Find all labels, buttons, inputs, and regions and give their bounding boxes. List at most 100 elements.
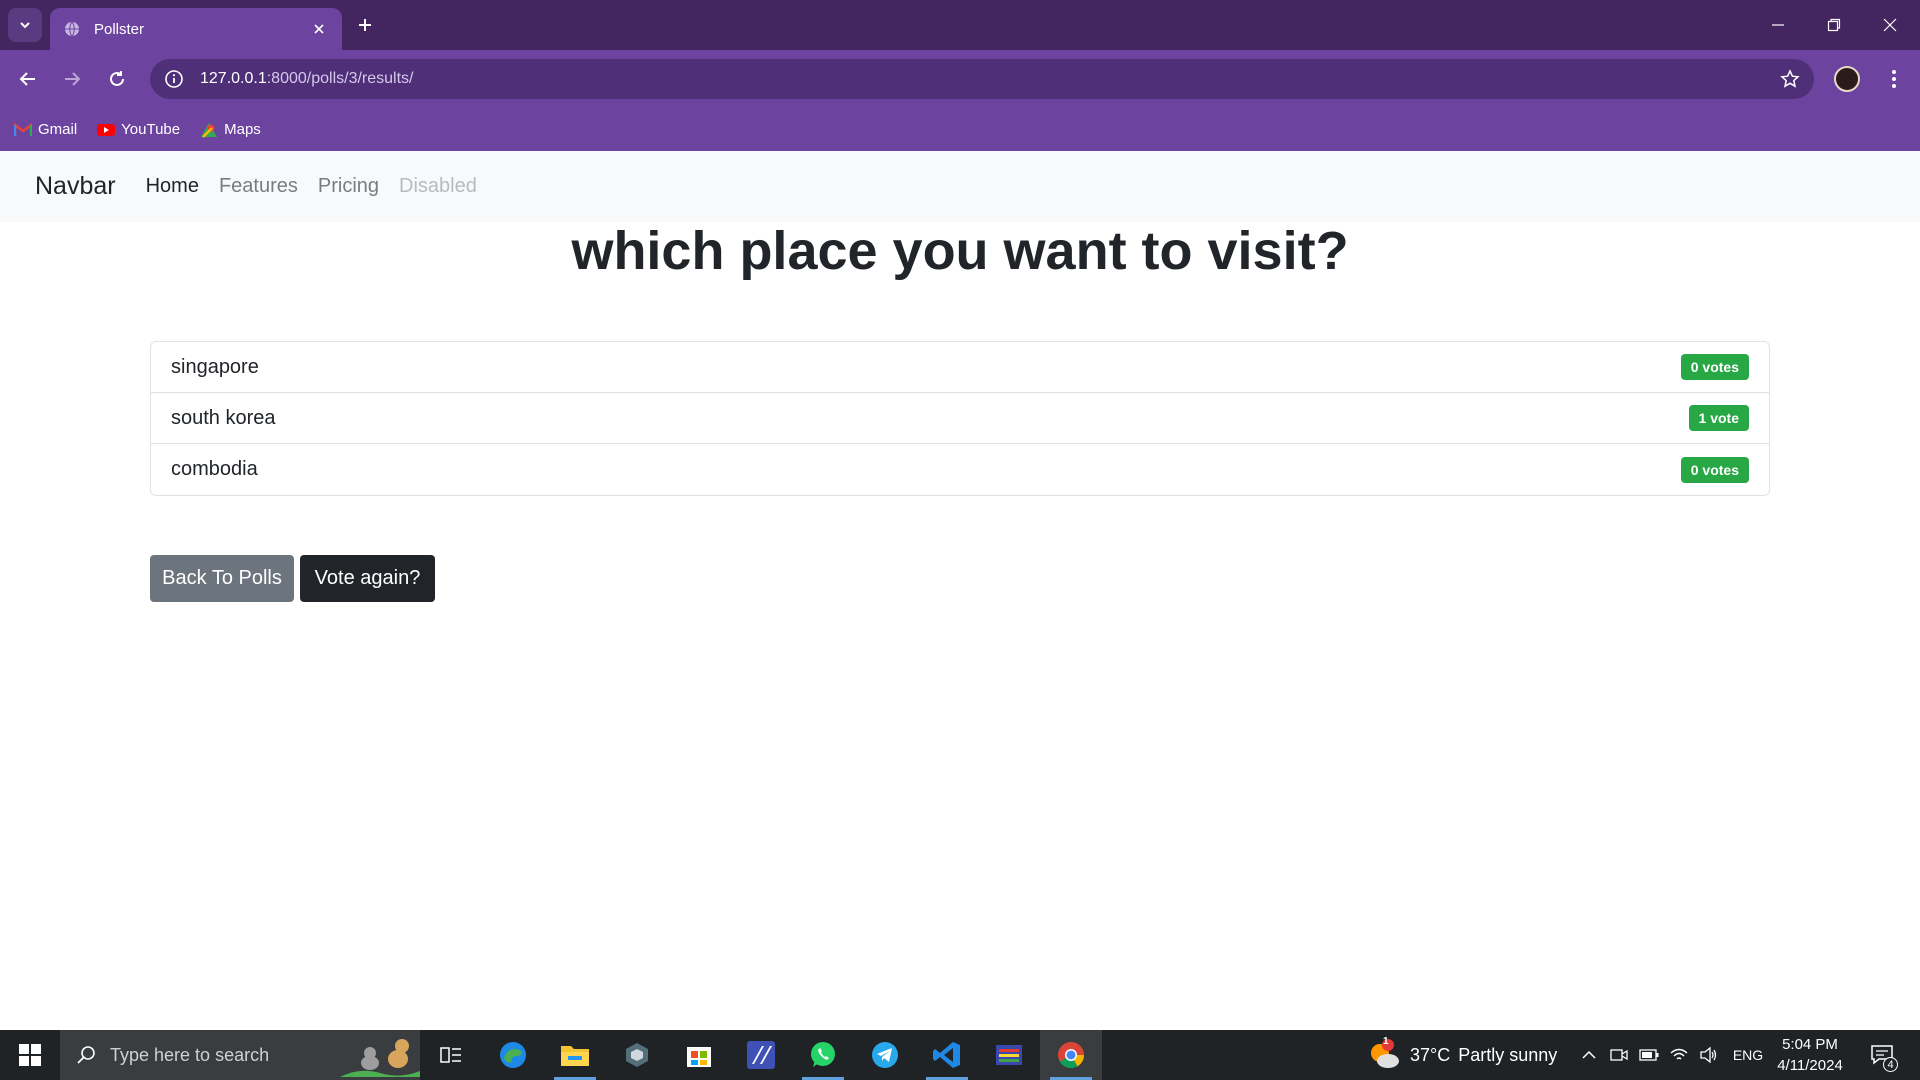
arrow-left-icon (19, 72, 35, 86)
browser-tab[interactable]: Pollster (50, 8, 342, 50)
restore-icon (1827, 18, 1841, 32)
youtube-icon (97, 123, 116, 136)
taskbar-vscode[interactable] (916, 1030, 978, 1080)
list-item: singapore 0 votes (151, 342, 1769, 393)
taskbar-chrome[interactable] (1040, 1030, 1102, 1080)
battery-icon (1639, 1049, 1659, 1061)
reload-icon (110, 71, 124, 86)
taskbar-whatsapp[interactable] (792, 1030, 854, 1080)
close-tab-button[interactable] (310, 20, 328, 38)
taskbar-app[interactable] (606, 1030, 668, 1080)
site-navbar: Navbar Home Features Pricing Disabled (0, 151, 1920, 222)
taskbar-telegram[interactable] (854, 1030, 916, 1080)
app-icon (747, 1041, 775, 1069)
site-info-icon[interactable] (164, 69, 184, 89)
plus-icon (359, 19, 371, 31)
search-placeholder: Type here to search (110, 1044, 270, 1065)
file-explorer-icon (561, 1046, 589, 1066)
bookmarks-bar: Gmail YouTube Maps (0, 108, 1920, 151)
back-button[interactable] (12, 63, 44, 95)
new-tab-button[interactable] (352, 12, 378, 38)
choice-text: south korea (171, 406, 276, 429)
restore-button[interactable] (1806, 0, 1862, 50)
back-to-polls-button[interactable]: Back To Polls (150, 555, 294, 602)
search-icon (77, 1046, 95, 1064)
store-icon (687, 1047, 711, 1067)
whatsapp-icon (811, 1042, 835, 1067)
wifi-icon (1670, 1048, 1688, 1060)
list-item: south korea 1 vote (151, 393, 1769, 444)
tray-language[interactable]: ENG (1730, 1030, 1766, 1080)
task-view-icon (440, 1047, 461, 1063)
weather-temp: 37°C (1410, 1044, 1451, 1065)
minimize-button[interactable] (1750, 0, 1806, 50)
url-path: :8000/polls/3/results/ (266, 70, 414, 87)
profile-avatar[interactable] (1834, 66, 1860, 92)
bookmark-label: Gmail (38, 121, 78, 138)
windows-taskbar: Type here to search 1 37°C Partly sunny (0, 1030, 1920, 1080)
browser-tab-bar: Pollster (0, 0, 1920, 50)
browser-toolbar: 127.0.0.1:8000/polls/3/results/ (0, 50, 1920, 108)
nav-link-features[interactable]: Features (219, 175, 298, 198)
tray-network[interactable] (1668, 1030, 1690, 1080)
poll-question: which place you want to visit? (571, 221, 1349, 281)
more-vertical-icon (1892, 70, 1896, 88)
url-host: 127.0.0.1 (200, 70, 267, 87)
taskbar-file-explorer[interactable] (544, 1030, 606, 1080)
tray-battery[interactable] (1638, 1030, 1660, 1080)
globe-icon (65, 21, 79, 37)
chevron-up-icon (1582, 1050, 1596, 1059)
reload-button[interactable] (101, 63, 133, 95)
weather-widget[interactable]: 1 37°C Partly sunny (1366, 1030, 1557, 1080)
gmail-icon (14, 122, 32, 136)
nav-link-home[interactable]: Home (146, 175, 199, 198)
action-center-button[interactable]: 4 (1862, 1030, 1902, 1080)
taskbar-search[interactable]: Type here to search (60, 1030, 420, 1080)
vote-again-button[interactable]: Vote again? (300, 555, 435, 602)
app-icon (996, 1045, 1022, 1065)
task-view-button[interactable] (420, 1030, 482, 1080)
close-icon (314, 24, 324, 34)
camera-icon (1610, 1049, 1628, 1061)
choice-text: singapore (171, 355, 259, 378)
tab-search-button[interactable] (8, 8, 42, 42)
taskbar-edge[interactable] (482, 1030, 544, 1080)
close-window-button[interactable] (1862, 0, 1918, 50)
bookmark-maps[interactable]: Maps (200, 121, 261, 138)
app-icon (626, 1043, 648, 1067)
notification-count: 4 (1883, 1057, 1898, 1072)
vote-count-badge: 0 votes (1680, 456, 1749, 483)
bookmark-star-icon[interactable] (1780, 69, 1800, 89)
tray-volume[interactable] (1698, 1030, 1720, 1080)
address-bar[interactable]: 127.0.0.1:8000/polls/3/results/ (150, 59, 1814, 99)
arrow-right-icon (65, 72, 81, 86)
close-icon (1883, 18, 1897, 32)
taskbar-clock[interactable]: 5:04 PM 4/11/2024 (1770, 1034, 1850, 1076)
browser-menu-button[interactable] (1880, 63, 1908, 95)
tray-meet-now[interactable] (1608, 1030, 1630, 1080)
taskbar-store[interactable] (668, 1030, 730, 1080)
edge-icon (500, 1042, 526, 1068)
show-hidden-icons-button[interactable] (1578, 1030, 1600, 1080)
clock-date: 4/11/2024 (1777, 1057, 1843, 1074)
taskbar-app[interactable] (978, 1030, 1040, 1080)
start-button[interactable] (0, 1030, 60, 1080)
bookmark-youtube[interactable]: YouTube (97, 121, 180, 138)
maps-icon (201, 122, 218, 138)
forward-button[interactable] (56, 63, 88, 95)
weather-alert-count: 1 (1383, 1036, 1389, 1047)
taskbar-app[interactable] (730, 1030, 792, 1080)
tab-title: Pollster (94, 20, 145, 38)
navbar-brand[interactable]: Navbar (35, 172, 116, 201)
bookmark-gmail[interactable]: Gmail (14, 121, 77, 138)
vscode-icon (933, 1042, 960, 1068)
nav-link-pricing[interactable]: Pricing (318, 175, 379, 198)
telegram-icon (872, 1042, 898, 1068)
windows-icon (19, 1044, 41, 1066)
cats-illustration-icon (340, 1039, 420, 1077)
bookmark-label: YouTube (121, 121, 181, 138)
bookmark-label: Maps (224, 121, 261, 138)
clock-time: 5:04 PM (1782, 1036, 1838, 1053)
vote-count-badge: 1 vote (1688, 405, 1749, 431)
chrome-icon (1058, 1042, 1085, 1069)
